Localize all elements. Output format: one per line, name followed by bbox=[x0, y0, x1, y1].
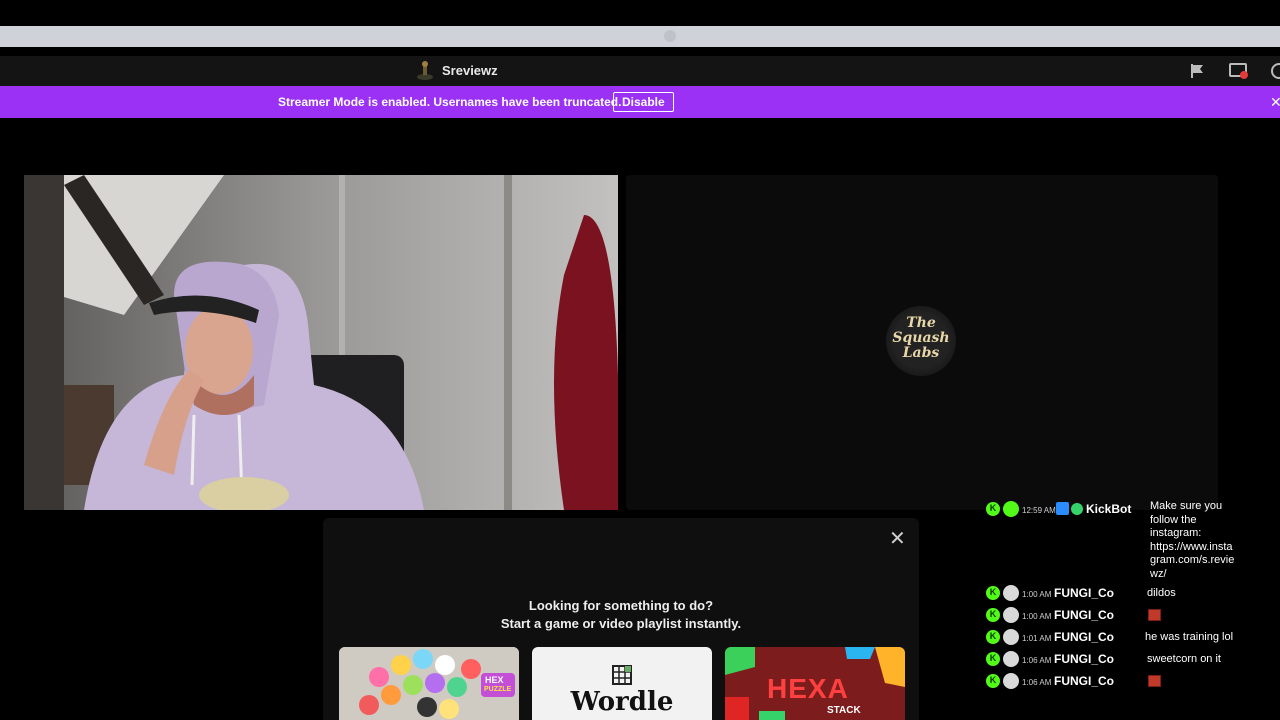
hexa-stack-title: HEXA bbox=[767, 673, 849, 704]
activity-launcher-panel: ✕ Looking for something to do? Start a g… bbox=[323, 518, 919, 720]
logo-line-2: Squash bbox=[892, 330, 950, 346]
chat-timestamp: 1:00 AM bbox=[1022, 612, 1052, 621]
wordle-grid-icon bbox=[612, 665, 632, 685]
chat-message: K 1:00 AM FUNGI_Co dildos bbox=[984, 585, 1250, 606]
user-avatar-icon bbox=[1003, 607, 1019, 623]
chat-username[interactable]: FUNGI_Co bbox=[1054, 630, 1114, 644]
user-avatar-icon bbox=[1003, 629, 1019, 645]
chat-timestamp: 1:06 AM bbox=[1022, 678, 1052, 687]
chat-message: K 12:59 AM KickBot Make sure you follow … bbox=[984, 500, 1250, 582]
chat-username[interactable]: KickBot bbox=[1086, 502, 1131, 516]
channel-avatar-icon bbox=[416, 60, 434, 80]
hex-puzzle-title-top: HEX bbox=[485, 675, 504, 685]
logo-line-3: Labs bbox=[902, 345, 940, 361]
kick-badge-icon: K bbox=[986, 630, 1000, 644]
bot-verified-badges-icon bbox=[1056, 502, 1083, 515]
chat-username[interactable]: FUNGI_Co bbox=[1054, 608, 1114, 622]
chat-message: K 1:00 AM FUNGI_Co bbox=[984, 607, 1250, 628]
kick-badge-icon: K bbox=[986, 586, 1000, 600]
kick-badge-icon: K bbox=[986, 608, 1000, 622]
hex-puzzle-title-bottom: PUZZLE bbox=[484, 686, 512, 693]
streamer-mode-banner: Streamer Mode is enabled. Usernames have… bbox=[0, 86, 1280, 118]
webcam-frame-image bbox=[24, 175, 618, 510]
help-icon[interactable] bbox=[1270, 62, 1280, 80]
hexa-stack-subtitle: STACK bbox=[827, 705, 861, 716]
chat-emote-icon bbox=[1148, 675, 1161, 687]
flag-icon[interactable] bbox=[1189, 62, 1207, 80]
activity-card-wordle[interactable]: Wordle bbox=[532, 647, 712, 720]
chat-message-text: dildos bbox=[1147, 587, 1176, 599]
chat-message: K 1:01 AM FUNGI_Co he was training lol bbox=[984, 629, 1250, 650]
close-activity-icon[interactable]: ✕ bbox=[889, 526, 906, 551]
chat-timestamp: 1:06 AM bbox=[1022, 656, 1052, 665]
user-avatar-icon bbox=[1003, 673, 1019, 689]
disable-streamer-mode-button[interactable]: Disable bbox=[613, 92, 674, 112]
tab-indicator-icon bbox=[664, 30, 676, 42]
chat-username[interactable]: FUNGI_Co bbox=[1054, 674, 1114, 688]
wordle-title: Wordle bbox=[570, 687, 674, 717]
chat-timestamp: 12:59 AM bbox=[1022, 506, 1056, 515]
chat-emote-icon bbox=[1148, 609, 1161, 621]
streamer-mode-message: Streamer Mode is enabled. Usernames have… bbox=[278, 95, 622, 109]
bot-avatar-icon bbox=[1003, 501, 1019, 517]
chat-timestamp: 1:00 AM bbox=[1022, 590, 1052, 599]
squash-labs-logo: The Squash Labs bbox=[886, 306, 956, 376]
kick-badge-icon: K bbox=[986, 502, 1000, 516]
webcam-video-tile[interactable] bbox=[24, 175, 618, 510]
chat-message-text: sweetcorn on it bbox=[1147, 653, 1221, 665]
chat-username[interactable]: FUNGI_Co bbox=[1054, 652, 1114, 666]
chat-username[interactable]: FUNGI_Co bbox=[1054, 586, 1114, 600]
activity-card-hexa-stack[interactable]: HEXA STACK bbox=[725, 647, 905, 720]
kick-badge-icon: K bbox=[986, 674, 1000, 688]
user-avatar-icon bbox=[1003, 585, 1019, 601]
channel-header: Sreviewz bbox=[0, 56, 1280, 86]
chat-overlay: K 12:59 AM KickBot Make sure you follow … bbox=[984, 492, 1250, 702]
activity-card-hex-puzzle[interactable]: HEX PUZZLE bbox=[339, 647, 519, 720]
screen-share-icon[interactable] bbox=[1229, 62, 1248, 80]
chat-message: K 1:06 AM FUNGI_Co sweetcorn on it bbox=[984, 651, 1250, 672]
chat-message-text: Make sure you follow the instagram: http… bbox=[1150, 500, 1235, 580]
kick-badge-icon: K bbox=[986, 652, 1000, 666]
channel-name: Sreviewz bbox=[442, 63, 498, 78]
close-banner-icon[interactable]: ✕ bbox=[1270, 94, 1280, 111]
activity-subheading: Start a game or video playlist instantly… bbox=[500, 616, 742, 631]
activity-heading: Looking for something to do? bbox=[528, 598, 714, 613]
chat-message-text: he was training lol bbox=[1145, 631, 1234, 643]
chat-message: K 1:06 AM FUNGI_Co bbox=[984, 673, 1250, 694]
chat-timestamp: 1:01 AM bbox=[1022, 634, 1052, 643]
logo-line-1: The bbox=[906, 315, 936, 331]
user-avatar-icon bbox=[1003, 651, 1019, 667]
browser-tab-strip bbox=[0, 26, 1280, 47]
